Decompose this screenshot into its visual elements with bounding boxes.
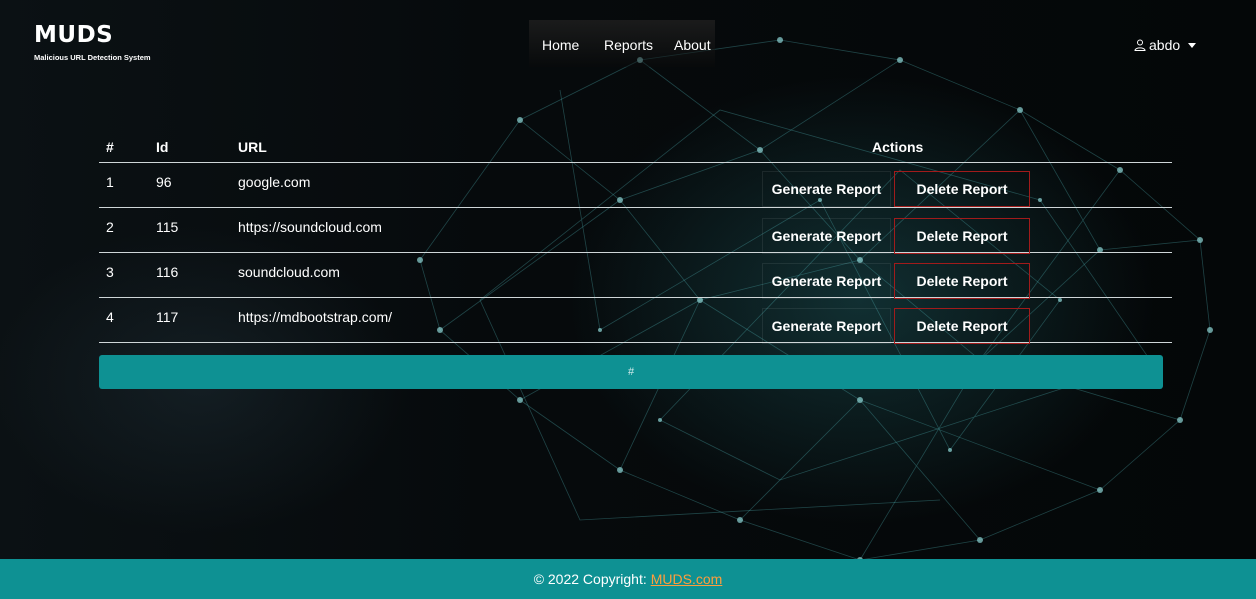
row-id: 96 (156, 174, 172, 190)
delete-report-button[interactable]: Delete Report (894, 308, 1030, 344)
delete-report-button[interactable]: Delete Report (894, 218, 1030, 254)
chevron-down-icon (1188, 43, 1197, 48)
brand[interactable]: MUDS Malicious URL Detection System (34, 22, 151, 62)
table-row: 1 96 google.com Generate Report Delete R… (99, 163, 1172, 208)
row-index: 2 (106, 219, 114, 235)
main-nav: Home Reports About (529, 20, 715, 67)
user-menu[interactable]: abdo (1134, 37, 1197, 53)
delete-report-button[interactable]: Delete Report (894, 263, 1030, 299)
row-url: google.com (238, 174, 311, 190)
generate-report-button[interactable]: Generate Report (762, 218, 891, 254)
row-index: 3 (106, 264, 114, 280)
row-index: 1 (106, 174, 114, 190)
generate-report-button[interactable]: Generate Report (762, 263, 891, 299)
row-id: 116 (156, 264, 179, 280)
row-url: https://soundcloud.com (238, 219, 382, 235)
table-row: 2 115 https://soundcloud.com Generate Re… (99, 208, 1172, 254)
pagination-bar[interactable]: # (99, 355, 1163, 389)
header-id: Id (156, 139, 169, 155)
row-url: https://mdbootstrap.com/ (238, 309, 393, 325)
brand-title[interactable]: MUDS (34, 22, 151, 48)
user-icon (1134, 39, 1146, 51)
header-url: URL (238, 139, 267, 155)
nav-home[interactable]: Home (542, 37, 579, 53)
generate-report-button[interactable]: Generate Report (762, 308, 891, 344)
footer: © 2022 Copyright: MUDS.com (0, 559, 1256, 599)
footer-copyright: © 2022 Copyright: (533, 571, 647, 587)
footer-link[interactable]: MUDS.com (651, 571, 723, 587)
table-row: 3 116 soundcloud.com Generate Report Del… (99, 253, 1172, 299)
row-id: 115 (156, 219, 179, 235)
row-id: 117 (156, 309, 179, 325)
table-row: 4 117 https://mdbootstrap.com/ Generate … (99, 298, 1172, 344)
row-url: soundcloud.com (238, 264, 340, 280)
url-table: # Id URL Actions 1 96 google.com Generat… (99, 133, 1172, 344)
header-actions: Actions (872, 139, 924, 155)
row-index: 4 (106, 309, 114, 325)
brand-subtitle: Malicious URL Detection System (34, 53, 151, 62)
user-name: abdo (1149, 37, 1181, 53)
header-index: # (106, 139, 114, 155)
generate-report-button[interactable]: Generate Report (762, 171, 891, 207)
nav-about[interactable]: About (674, 37, 711, 53)
nav-reports[interactable]: Reports (604, 37, 653, 53)
table-header: # Id URL Actions (99, 133, 1172, 163)
delete-report-button[interactable]: Delete Report (894, 171, 1030, 207)
